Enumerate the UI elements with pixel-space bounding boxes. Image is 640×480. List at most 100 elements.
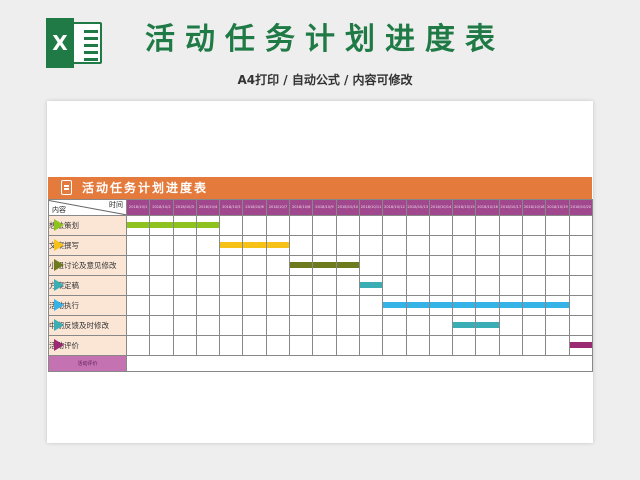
gantt-cell[interactable] <box>335 215 360 236</box>
date-header-cell[interactable]: 2018/10/17 <box>498 199 524 216</box>
gantt-cell[interactable] <box>149 335 174 356</box>
gantt-cell[interactable] <box>475 335 500 356</box>
task-label-cell[interactable]: 想法策划 <box>48 215 127 236</box>
gantt-cell[interactable] <box>219 335 244 356</box>
gantt-cell[interactable] <box>568 275 593 296</box>
date-header-cell[interactable]: 2018/10/18 <box>522 199 547 216</box>
gantt-cell[interactable] <box>568 295 593 316</box>
gantt-cell[interactable] <box>475 275 500 296</box>
gantt-cell[interactable] <box>452 215 477 236</box>
gantt-cell[interactable] <box>522 275 547 296</box>
gantt-cell[interactable] <box>522 215 547 236</box>
gantt-cell[interactable] <box>405 315 430 336</box>
gantt-cell[interactable] <box>125 235 151 256</box>
gantt-cell[interactable] <box>312 215 337 236</box>
gantt-cell[interactable] <box>195 315 221 336</box>
gantt-cell[interactable] <box>265 275 291 296</box>
task-label-cell[interactable]: 活动执行 <box>48 295 127 316</box>
gantt-cell[interactable] <box>289 275 314 296</box>
gantt-cell[interactable] <box>125 335 151 356</box>
date-header-cell[interactable]: 2018/10/4 <box>195 199 221 216</box>
gantt-cell[interactable] <box>289 235 314 256</box>
gantt-cell[interactable] <box>219 255 244 276</box>
gantt-cell[interactable] <box>335 335 360 356</box>
gantt-cell[interactable] <box>475 215 500 236</box>
date-header-cell[interactable]: 2018/10/11 <box>358 199 384 216</box>
date-header-cell[interactable]: 2018/10/7 <box>265 199 291 216</box>
gantt-cell[interactable] <box>195 335 221 356</box>
gantt-cell[interactable] <box>219 215 244 236</box>
gantt-cell[interactable] <box>265 215 291 236</box>
gantt-cell[interactable] <box>498 295 524 316</box>
gantt-cell[interactable] <box>545 255 570 276</box>
gantt-cell[interactable] <box>382 275 407 296</box>
gantt-cell[interactable] <box>242 235 267 256</box>
gantt-cell[interactable] <box>149 295 174 316</box>
gantt-cell[interactable] <box>195 255 221 276</box>
date-header-cell[interactable]: 2018/10/16 <box>475 199 500 216</box>
gantt-cell[interactable] <box>498 275 524 296</box>
gantt-cell[interactable] <box>312 335 337 356</box>
gantt-cell[interactable] <box>335 315 360 336</box>
date-header-cell[interactable]: 2018/10/15 <box>452 199 477 216</box>
gantt-cell[interactable] <box>149 275 174 296</box>
gantt-cell[interactable] <box>452 275 477 296</box>
gantt-cell[interactable] <box>172 215 197 236</box>
gantt-cell[interactable] <box>428 235 454 256</box>
gantt-cell[interactable] <box>125 315 151 336</box>
gantt-cell[interactable] <box>545 335 570 356</box>
gantt-cell[interactable] <box>242 275 267 296</box>
gantt-cell[interactable] <box>125 255 151 276</box>
gantt-cell[interactable] <box>312 275 337 296</box>
gantt-cell[interactable] <box>265 335 291 356</box>
date-header-cell[interactable]: 2018/10/6 <box>242 199 267 216</box>
gantt-cell[interactable] <box>405 255 430 276</box>
gantt-cell[interactable] <box>149 215 174 236</box>
gantt-cell[interactable] <box>219 235 244 256</box>
gantt-cell[interactable] <box>195 295 221 316</box>
gantt-cell[interactable] <box>545 295 570 316</box>
gantt-cell[interactable] <box>428 315 454 336</box>
gantt-cell[interactable] <box>452 235 477 256</box>
gantt-cell[interactable] <box>219 315 244 336</box>
gantt-cell[interactable] <box>358 255 384 276</box>
date-header-cell[interactable]: 2018/10/19 <box>545 199 570 216</box>
gantt-cell[interactable] <box>428 275 454 296</box>
gantt-cell[interactable] <box>172 235 197 256</box>
gantt-cell[interactable] <box>335 295 360 316</box>
gantt-cell[interactable] <box>358 315 384 336</box>
gantt-cell[interactable] <box>358 235 384 256</box>
date-header-cell[interactable]: 2018/10/9 <box>312 199 337 216</box>
date-header-cell[interactable]: 2018/10/20 <box>568 199 593 216</box>
gantt-cell[interactable] <box>312 255 337 276</box>
gantt-cell[interactable] <box>149 255 174 276</box>
gantt-cell[interactable] <box>172 295 197 316</box>
gantt-cell[interactable] <box>522 295 547 316</box>
gantt-cell[interactable] <box>568 235 593 256</box>
gantt-cell[interactable] <box>242 295 267 316</box>
gantt-cell[interactable] <box>545 275 570 296</box>
gantt-cell[interactable] <box>568 215 593 236</box>
gantt-cell[interactable] <box>498 315 524 336</box>
gantt-cell[interactable] <box>242 315 267 336</box>
gantt-cell[interactable] <box>195 235 221 256</box>
gantt-cell[interactable] <box>405 295 430 316</box>
gantt-cell[interactable] <box>382 235 407 256</box>
gantt-cell[interactable] <box>125 275 151 296</box>
gantt-cell[interactable] <box>289 335 314 356</box>
task-label-cell[interactable]: 活动评价 <box>48 335 127 356</box>
date-header-cell[interactable]: 2018/10/10 <box>335 199 360 216</box>
gantt-cell[interactable] <box>172 335 197 356</box>
gantt-cell[interactable] <box>265 295 291 316</box>
date-header-cell[interactable]: 2018/10/8 <box>289 199 314 216</box>
gantt-cell[interactable] <box>265 235 291 256</box>
gantt-cell[interactable] <box>428 295 454 316</box>
task-label-cell[interactable]: 小组讨论及意见修改 <box>48 255 127 276</box>
gantt-cell[interactable] <box>335 275 360 296</box>
date-header-cell[interactable]: 2018/10/13 <box>405 199 430 216</box>
gantt-cell[interactable] <box>498 215 524 236</box>
gantt-cell[interactable] <box>428 335 454 356</box>
gantt-cell[interactable] <box>242 255 267 276</box>
gantt-cell[interactable] <box>358 295 384 316</box>
gantt-cell[interactable] <box>475 235 500 256</box>
